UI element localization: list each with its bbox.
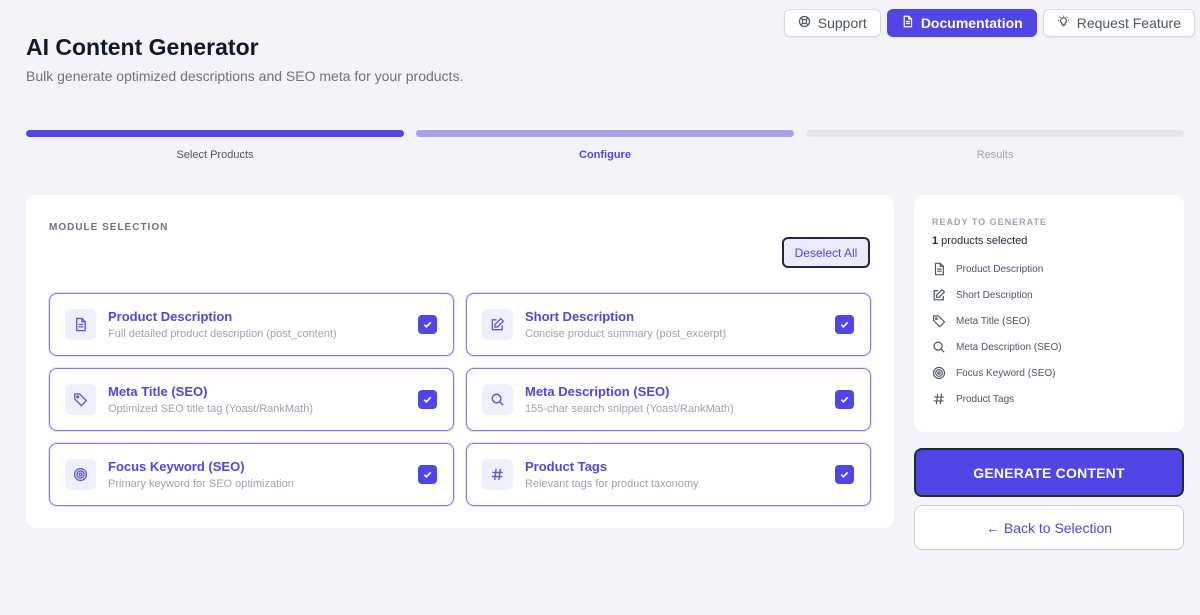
summary-item-product-description: Product Description	[932, 256, 1062, 282]
check-icon	[423, 396, 432, 403]
summary-item-label: Meta Title (SEO)	[956, 315, 1030, 327]
document-icon	[65, 309, 96, 340]
module-focus-keyword[interactable]: Focus Keyword (SEO) Primary keyword for …	[49, 443, 454, 506]
module-selection-heading: MODULE SELECTION	[49, 222, 169, 233]
module-title: Meta Description (SEO)	[525, 384, 670, 399]
page-subtitle: Bulk generate optimized descriptions and…	[26, 68, 464, 84]
step-results: Results	[806, 130, 1184, 161]
request-feature-button-label: Request Feature	[1076, 15, 1181, 31]
top-actions: Support Documentation Request Feature	[783, 9, 1195, 37]
summary-heading: READY TO GENERATE	[932, 217, 1048, 227]
module-description: Concise product summary (post_excerpt)	[525, 328, 727, 340]
target-icon	[932, 366, 946, 380]
documentation-button-label: Documentation	[920, 15, 1023, 31]
edit-icon	[482, 309, 513, 340]
summary-module-list: Product Description Short Description Me…	[932, 256, 1062, 412]
search-icon	[482, 384, 513, 415]
target-icon	[65, 459, 96, 490]
step-select-products: Select Products	[26, 130, 404, 161]
module-text: Short Description Concise product summar…	[525, 309, 835, 340]
step-bar	[806, 130, 1184, 137]
summary-item-meta-description: Meta Description (SEO)	[932, 334, 1062, 360]
summary-item-label: Short Description	[956, 289, 1033, 301]
support-button[interactable]: Support	[783, 9, 881, 37]
step-bar	[26, 130, 404, 137]
module-checkbox[interactable]	[835, 390, 854, 409]
module-description: Primary keyword for SEO optimization	[108, 478, 294, 490]
module-checkbox[interactable]	[835, 315, 854, 334]
tag-icon	[933, 315, 946, 328]
support-button-label: Support	[817, 15, 867, 31]
check-icon	[840, 471, 849, 478]
selected-count-suffix: products selected	[938, 235, 1028, 247]
search-icon	[933, 341, 945, 353]
module-meta-description[interactable]: Meta Description (SEO) 155-char search s…	[466, 368, 871, 431]
module-product-description[interactable]: Product Description Full detailed produc…	[49, 293, 454, 356]
request-feature-button[interactable]: Request Feature	[1042, 9, 1195, 37]
lifebuoy-icon	[798, 15, 811, 31]
module-grid: Product Description Full detailed produc…	[49, 293, 871, 506]
deselect-all-button[interactable]: Deselect All	[782, 237, 870, 268]
step-label: Configure	[579, 149, 631, 161]
module-title: Meta Title (SEO)	[108, 384, 208, 399]
module-text: Meta Description (SEO) 155-char search s…	[525, 384, 835, 415]
module-description: Relevant tags for product taxonomy	[525, 478, 699, 490]
check-icon	[423, 321, 432, 328]
summary-item-focus-keyword: Focus Keyword (SEO)	[932, 360, 1062, 386]
module-meta-title[interactable]: Meta Title (SEO) Optimized SEO title tag…	[49, 368, 454, 431]
tag-icon	[65, 384, 96, 415]
module-description: Full detailed product description (post_…	[108, 328, 337, 340]
summary-item-meta-title: Meta Title (SEO)	[932, 308, 1062, 334]
document-icon	[934, 262, 944, 276]
step-bar	[416, 130, 794, 137]
summary-item-label: Product Tags	[956, 393, 1015, 405]
module-short-description[interactable]: Short Description Concise product summar…	[466, 293, 871, 356]
step-label: Results	[976, 149, 1014, 161]
module-checkbox[interactable]	[835, 465, 854, 484]
module-description: Optimized SEO title tag (Yoast/RankMath)	[108, 403, 314, 415]
generate-content-button[interactable]: GENERATE CONTENT	[914, 448, 1184, 497]
summary-item-label: Product Description	[956, 263, 1044, 275]
module-product-tags[interactable]: Product Tags Relevant tags for product t…	[466, 443, 871, 506]
edit-icon	[933, 288, 946, 301]
check-icon	[840, 321, 849, 328]
module-title: Product Tags	[525, 459, 608, 474]
module-checkbox[interactable]	[418, 390, 437, 409]
page-title: AI Content Generator	[26, 34, 259, 60]
hash-icon	[933, 393, 944, 405]
summary-item-short-description: Short Description	[932, 282, 1062, 308]
module-description: 155-char search snippet (Yoast/RankMath)	[525, 403, 734, 415]
documentation-button[interactable]: Documentation	[886, 9, 1037, 37]
lightbulb-icon	[1057, 15, 1070, 31]
module-checkbox[interactable]	[418, 315, 437, 334]
module-text: Product Tags Relevant tags for product t…	[525, 459, 835, 490]
module-title: Product Description	[108, 309, 233, 324]
module-text: Focus Keyword (SEO) Primary keyword for …	[108, 459, 418, 490]
module-text: Product Description Full detailed produc…	[108, 309, 418, 340]
check-icon	[423, 471, 432, 478]
check-icon	[840, 396, 849, 403]
step-label: Select Products	[176, 149, 254, 161]
summary-item-product-tags: Product Tags	[932, 386, 1062, 412]
module-checkbox[interactable]	[418, 465, 437, 484]
summary-item-label: Focus Keyword (SEO)	[956, 367, 1056, 379]
progress-stepper: Select Products Configure Results	[26, 130, 1184, 161]
hash-icon	[482, 459, 513, 490]
back-to-selection-button[interactable]: ← Back to Selection	[914, 505, 1184, 550]
module-title: Short Description	[525, 309, 635, 324]
ready-to-generate-card: READY TO GENERATE 1 products selected Pr…	[914, 195, 1184, 432]
module-title: Focus Keyword (SEO)	[108, 459, 245, 474]
summary-item-label: Meta Description (SEO)	[956, 341, 1062, 353]
selected-products-count: 1 products selected	[932, 235, 1027, 247]
module-text: Meta Title (SEO) Optimized SEO title tag…	[108, 384, 418, 415]
document-icon	[901, 15, 914, 31]
module-selection-card: MODULE SELECTION Deselect All Product De…	[26, 195, 894, 528]
step-configure: Configure	[416, 130, 794, 161]
